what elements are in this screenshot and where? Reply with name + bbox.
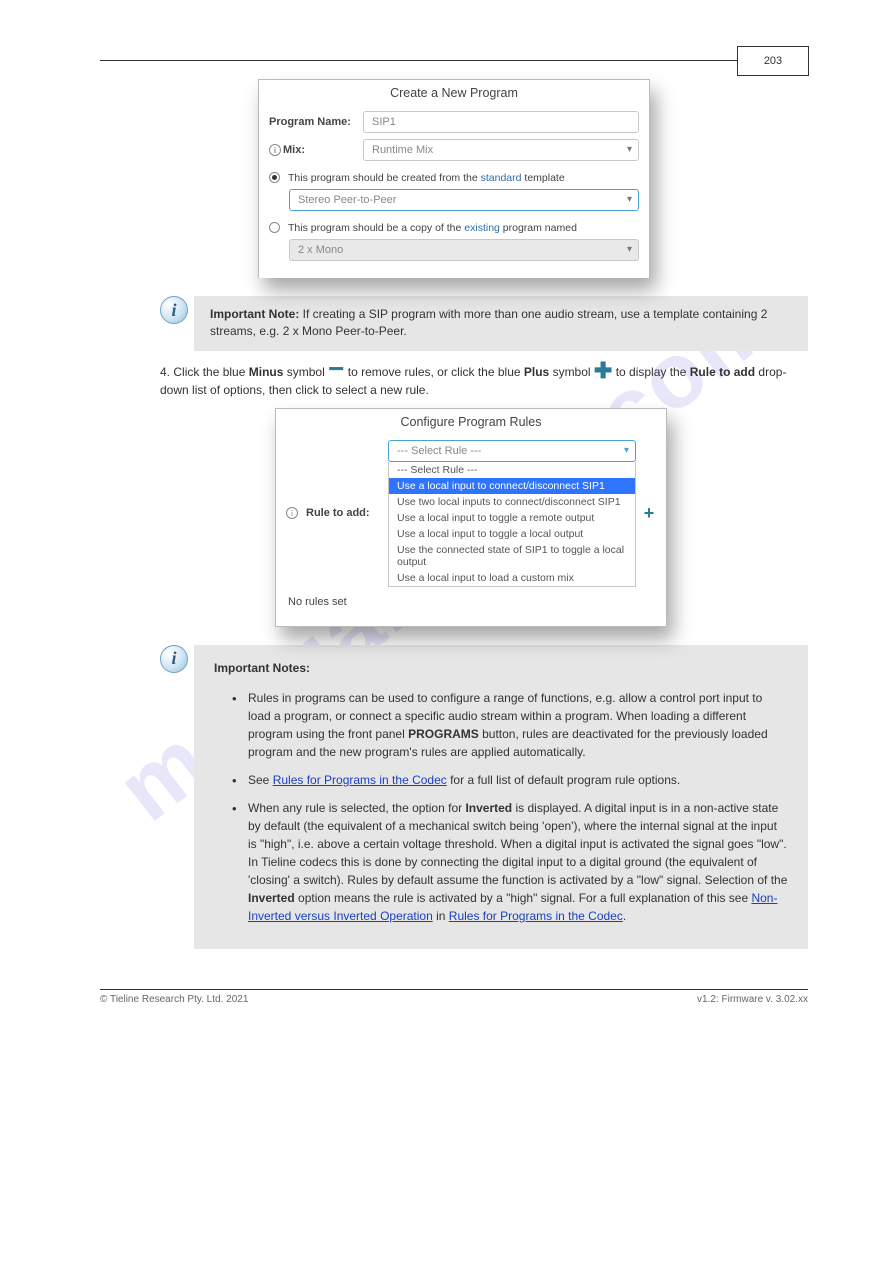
- dialog2-title: Configure Program Rules: [276, 409, 666, 437]
- txt: existing: [464, 222, 500, 234]
- txt: This program should be created from the: [288, 172, 481, 184]
- mix-select[interactable]: Runtime Mix: [363, 139, 639, 161]
- callout2-header: Important Notes:: [214, 661, 310, 675]
- rule-select-list: --- Select Rule --- Use a local input to…: [388, 462, 636, 587]
- footer-right: v1.2: Firmware v. 3.02.xx: [697, 994, 808, 1005]
- callout-header: Important Note:: [210, 307, 299, 321]
- txt: This program should be a copy of the: [288, 222, 464, 234]
- header-rule: 203: [100, 60, 808, 61]
- step-4: 4. Click the blue Minus symbol − to remo…: [160, 363, 808, 400]
- mix-label-text: Mix:: [283, 144, 305, 156]
- mix-label: iMix:: [269, 144, 355, 157]
- txt: symbol: [287, 365, 328, 379]
- footer-rule: [100, 989, 808, 990]
- txt: When any rule is selected, the option fo…: [248, 801, 465, 815]
- txt: to display the: [616, 365, 690, 379]
- important-notes-callout-2: i Important Notes: Rules in programs can…: [160, 645, 808, 949]
- no-rules-set-text: No rules set: [276, 590, 666, 614]
- txt: program named: [500, 222, 577, 234]
- txt: .: [623, 909, 626, 923]
- rule-option[interactable]: Use a local input to load a custom mix: [389, 570, 635, 586]
- radio-standard-label: This program should be created from the …: [288, 172, 639, 184]
- info-icon: i: [286, 507, 298, 519]
- bullet-item: See Rules for Programs in the Codec for …: [232, 771, 788, 789]
- standard-template-select[interactable]: Stereo Peer-to-Peer: [289, 189, 639, 211]
- txt: to remove rules, or click the blue: [348, 365, 524, 379]
- program-name-label: Program Name:: [269, 116, 355, 128]
- footer: © Tieline Research Pty. Ltd. 2021 v1.2: …: [100, 989, 808, 1005]
- txt: Plus: [524, 365, 549, 379]
- add-rule-plus-icon[interactable]: +: [642, 503, 656, 524]
- link-rules-for-programs-2[interactable]: Rules for Programs in the Codec: [449, 909, 623, 923]
- important-note-callout-1: i Important Note: If creating a SIP prog…: [160, 296, 808, 351]
- link-rules-for-programs[interactable]: Rules for Programs in the Codec: [273, 773, 447, 787]
- rule-option[interactable]: Use a local input to toggle a local outp…: [389, 526, 635, 542]
- radio-standard-template[interactable]: [269, 172, 280, 183]
- footer-left: © Tieline Research Pty. Ltd. 2021: [100, 994, 248, 1005]
- txt: Minus: [249, 365, 284, 379]
- rule-option[interactable]: --- Select Rule ---: [389, 462, 635, 478]
- bullet-item: When any rule is selected, the option fo…: [232, 799, 788, 925]
- txt: Rule to add: [690, 365, 755, 379]
- bullet-item: Rules in programs can be used to configu…: [232, 689, 788, 761]
- create-program-dialog: Create a New Program Program Name: SIP1 …: [258, 79, 650, 278]
- txt: in: [433, 909, 449, 923]
- info-icon: i: [269, 144, 281, 156]
- page-number: 203: [737, 46, 809, 76]
- rule-select-head[interactable]: --- Select Rule ---: [388, 440, 636, 462]
- txt: option means the rule is activated by a …: [295, 891, 752, 905]
- configure-program-rules-dialog: Configure Program Rules i Rule to add: -…: [275, 408, 667, 627]
- txt: standard: [481, 172, 522, 184]
- page: 203 Create a New Program Program Name: S…: [0, 0, 893, 1065]
- step-number: 4.: [160, 365, 170, 379]
- rule-option[interactable]: Use the connected state of SIP1 to toggl…: [389, 542, 635, 570]
- rule-to-add-select[interactable]: --- Select Rule --- --- Select Rule --- …: [388, 440, 636, 587]
- txt: template: [521, 172, 564, 184]
- rule-option[interactable]: Use a local input to toggle a remote out…: [389, 510, 635, 526]
- radio-copy-label: This program should be a copy of the exi…: [288, 222, 639, 234]
- txt: Click the blue: [173, 365, 248, 379]
- info-icon: i: [160, 296, 188, 324]
- info-icon: i: [160, 645, 188, 673]
- rule-option[interactable]: Use a local input to connect/disconnect …: [389, 478, 635, 494]
- txt: Inverted: [465, 801, 512, 815]
- program-name-input[interactable]: SIP1: [363, 111, 639, 133]
- txt: symbol: [553, 365, 594, 379]
- radio-copy-existing[interactable]: [269, 222, 280, 233]
- txt: Inverted: [248, 891, 295, 905]
- txt: PROGRAMS: [408, 727, 479, 741]
- existing-program-select[interactable]: 2 x Mono: [289, 239, 639, 261]
- rule-to-add-label: Rule to add:: [306, 507, 382, 519]
- txt: for a full list of default program rule …: [447, 773, 680, 787]
- rule-option[interactable]: Use two local inputs to connect/disconne…: [389, 494, 635, 510]
- dialog-title: Create a New Program: [259, 80, 649, 108]
- txt: See: [248, 773, 273, 787]
